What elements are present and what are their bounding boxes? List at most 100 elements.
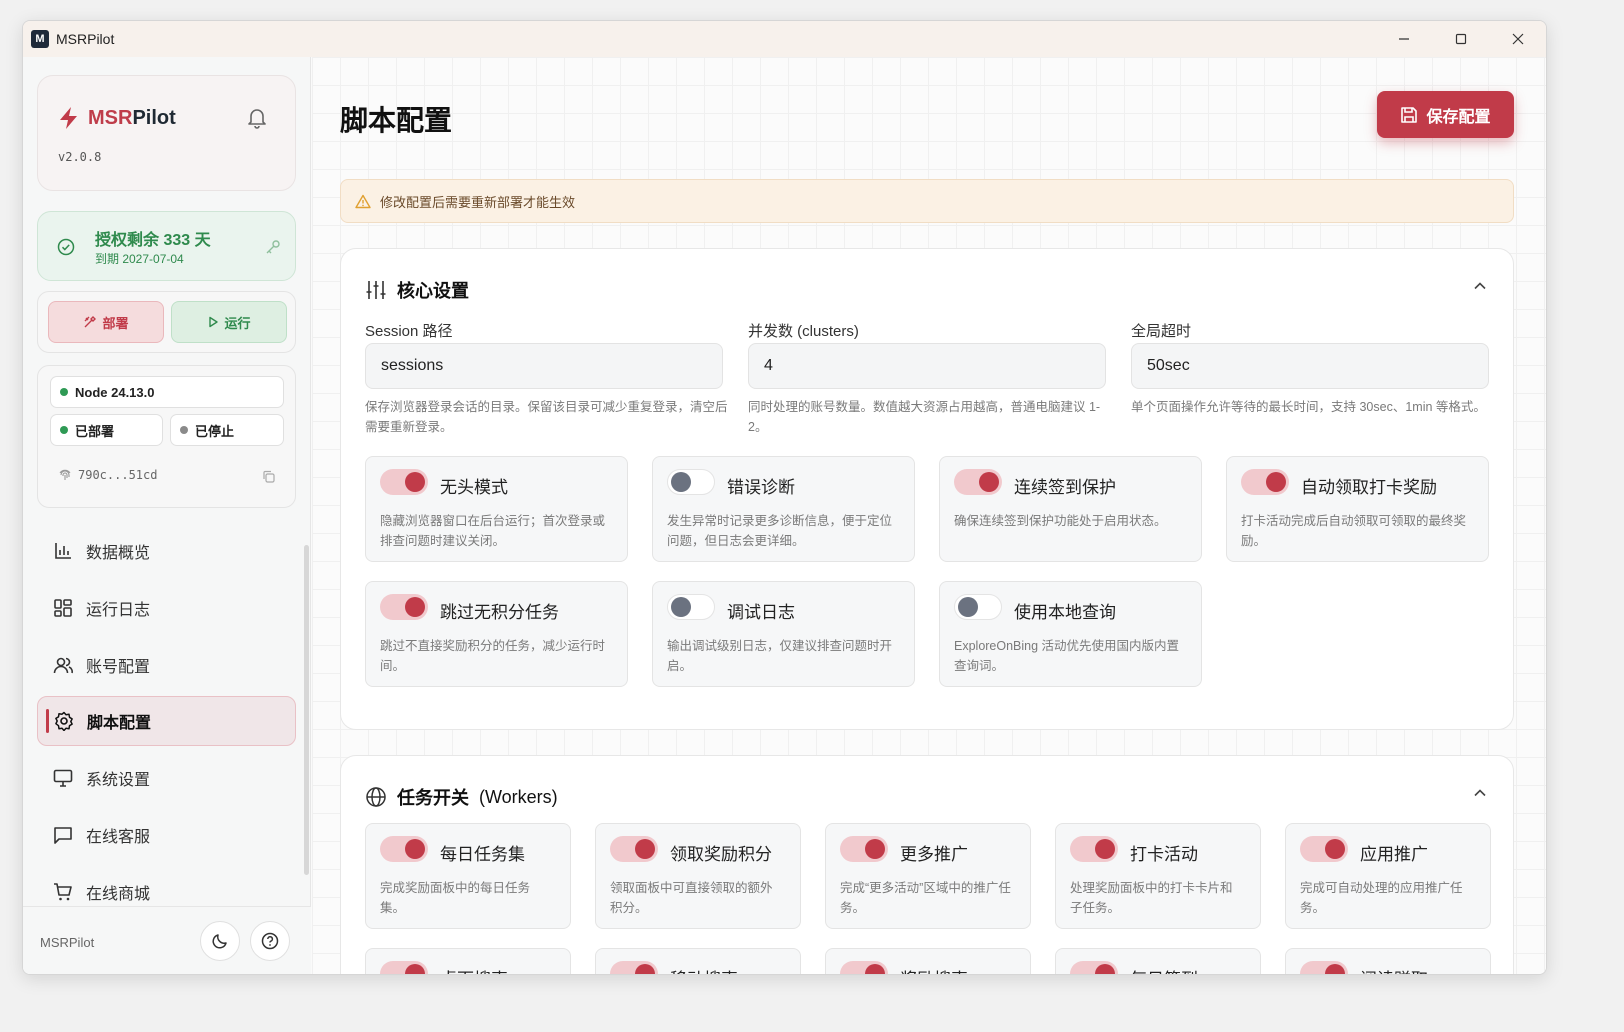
save-config-button[interactable]: 保存配置 — [1377, 91, 1514, 138]
global-timeout-label: 全局超时 — [1131, 323, 1192, 340]
toggle-switch[interactable] — [840, 961, 888, 974]
toggle-switch[interactable] — [380, 594, 428, 620]
toggle-switch[interactable] — [1300, 836, 1348, 862]
minimize-button[interactable] — [1375, 21, 1432, 57]
monitor-icon — [53, 769, 73, 787]
app-window: M MSRPilot MSRPilot v2.0.8 授权剩余 333 天 到期… — [22, 20, 1547, 975]
toggle-switch[interactable] — [610, 961, 658, 974]
close-button[interactable] — [1489, 21, 1546, 57]
core-toggle-tile: 连续签到保护 确保连续签到保护功能处于启用状态。 — [939, 456, 1202, 562]
core-settings-card: 核心设置 Session 路径 sessions 保存浏览器登录会话的目录。保留… — [340, 248, 1514, 730]
workers-title: 任务开关 (Workers) — [365, 784, 558, 810]
toggle-label: 调试日志 — [727, 603, 795, 622]
deploy-button[interactable]: 部署 — [48, 301, 164, 343]
global-timeout-input[interactable]: 50sec — [1131, 343, 1489, 389]
chevron-up-icon[interactable] — [1473, 786, 1487, 800]
sidebar-scrollbar[interactable] — [304, 545, 309, 875]
toggle-description: 完成“更多活动”区域中的推广任务。 — [840, 881, 1011, 915]
core-toggle-tile: 无头模式 隐藏浏览器窗口在后台运行；首次登录或排查问题时建议关闭。 — [365, 456, 628, 562]
toggle-label: 桌面搜索 — [440, 965, 508, 974]
toggle-label: 每日签到 — [1130, 965, 1198, 974]
toggle-switch[interactable] — [380, 469, 428, 495]
toggle-switch[interactable] — [1070, 961, 1118, 974]
copy-icon[interactable] — [262, 470, 275, 483]
globe-icon — [366, 787, 386, 807]
core-toggle-tile: 调试日志 输出调试级别日志，仅建议排查问题时开启。 — [652, 581, 915, 687]
toggle-switch[interactable] — [1300, 961, 1348, 974]
clusters-input[interactable]: 4 — [748, 343, 1106, 389]
toggle-switch[interactable] — [610, 836, 658, 862]
toggle-label: 奖励搜索 — [900, 965, 968, 974]
help-button[interactable] — [250, 921, 290, 961]
sidebar: MSRPilot v2.0.8 授权剩余 333 天 到期 2027-07-04… — [23, 57, 311, 974]
bolt-icon — [60, 107, 77, 129]
theme-toggle-button[interactable] — [200, 921, 240, 961]
license-expiry: 到期 2027-07-04 — [95, 252, 184, 266]
toggle-description: 处理奖励面板中的打卡卡片和子任务。 — [1070, 881, 1233, 915]
toggle-label: 移动搜索 — [670, 965, 738, 974]
bell-icon[interactable] — [247, 107, 267, 129]
sidebar-item-accounts[interactable]: 账号配置 — [37, 640, 296, 690]
toggle-description: ExploreOnBing 活动优先使用国内版内置查询词。 — [954, 639, 1180, 673]
action-panel: 部署 运行 — [37, 291, 296, 353]
toggle-label: 错误诊断 — [727, 478, 795, 497]
toggle-knob — [1266, 472, 1286, 492]
toggle-switch[interactable] — [954, 594, 1002, 620]
app-logo-icon: M — [31, 30, 49, 48]
toggle-label: 跳过无积分任务 — [440, 603, 559, 622]
toggle-description: 隐藏浏览器窗口在后台运行；首次登录或排查问题时建议关闭。 — [380, 514, 606, 548]
toggle-knob — [1325, 964, 1345, 974]
toggle-switch[interactable] — [840, 836, 888, 862]
toggle-description: 完成奖励面板中的每日任务集。 — [380, 881, 531, 915]
sidebar-item-logs[interactable]: 运行日志 — [37, 583, 296, 633]
worker-toggle-tile: 打卡活动 处理奖励面板中的打卡卡片和子任务。 — [1055, 823, 1261, 929]
key-icon[interactable] — [265, 239, 281, 255]
toggle-switch[interactable] — [954, 469, 1002, 495]
toggle-knob — [635, 964, 655, 974]
toggle-knob — [979, 472, 999, 492]
toggle-knob — [958, 597, 978, 617]
sliders-icon — [366, 281, 386, 299]
status-dot — [60, 426, 68, 434]
core-toggle-tile: 错误诊断发生异常时记录更多诊断信息，便于定位问题，但日志会更详细。 — [652, 456, 915, 562]
device-hash: 790c...51cd — [58, 468, 157, 482]
core-toggle-tile: 跳过无积分任务 跳过不直接奖励积分的任务，减少运行时间。 — [365, 581, 628, 687]
maximize-button[interactable] — [1432, 21, 1489, 57]
core-settings-title: 核心设置 — [365, 277, 469, 303]
toggle-knob — [405, 597, 425, 617]
toggle-knob — [671, 597, 691, 617]
toggle-switch[interactable] — [667, 469, 715, 495]
worker-toggle-tile: 更多推广 完成“更多活动”区域中的推广任务。 — [825, 823, 1031, 929]
toggle-knob — [1095, 964, 1115, 974]
toggle-description: 发生异常时记录更多诊断信息，便于定位问题，但日志会更详细。 — [667, 514, 893, 548]
toggle-switch[interactable] — [380, 836, 428, 862]
worker-toggle-tile: 应用推广 完成可自动处理的应用推广任务。 — [1285, 823, 1491, 929]
sidebar-item-script-config[interactable]: 脚本配置 — [37, 696, 296, 747]
run-button[interactable]: 运行 — [171, 301, 287, 343]
toggle-switch[interactable] — [667, 594, 715, 620]
check-circle-icon — [57, 238, 75, 256]
sidebar-item-support[interactable]: 在线客服 — [37, 810, 296, 860]
worker-toggle-tile: 每日签到 — [1055, 948, 1261, 974]
toggle-switch[interactable] — [1241, 469, 1289, 495]
toggle-knob — [405, 964, 425, 974]
toggle-label: 每日任务集 — [440, 845, 525, 864]
clusters-label: 并发数 (clusters) — [748, 323, 859, 340]
redeploy-alert: 修改配置后需要重新部署才能生效 — [340, 179, 1514, 223]
warning-icon — [355, 194, 371, 208]
sidebar-footer: MSRPilot — [23, 906, 311, 974]
session-path-input[interactable]: sessions — [365, 343, 723, 389]
sidebar-item-overview[interactable]: 数据概览 — [37, 526, 296, 576]
close-icon — [1512, 33, 1523, 45]
status-dot — [60, 388, 68, 396]
toggle-switch[interactable] — [1070, 836, 1118, 862]
status-dot — [180, 426, 188, 434]
deployed-badge: 已部署 — [50, 414, 163, 446]
toggle-description: 打卡活动完成后自动领取可领取的最终奖励。 — [1241, 514, 1467, 548]
chevron-up-icon[interactable] — [1473, 279, 1487, 293]
sidebar-item-system-settings[interactable]: 系统设置 — [37, 753, 296, 803]
core-toggle-tile: 使用本地查询 ExploreOnBing 活动优先使用国内版内置查询词。 — [939, 581, 1202, 687]
workers-card: 任务开关 (Workers) 每日任务集 完成奖励面板中的每日任务集。 领取奖励积分… — [340, 755, 1514, 974]
toggle-switch[interactable] — [380, 961, 428, 974]
clusters-help: 同时处理的账号数量。数值越大资源占用越高，普通电脑建议 1-2。 — [748, 400, 1101, 434]
